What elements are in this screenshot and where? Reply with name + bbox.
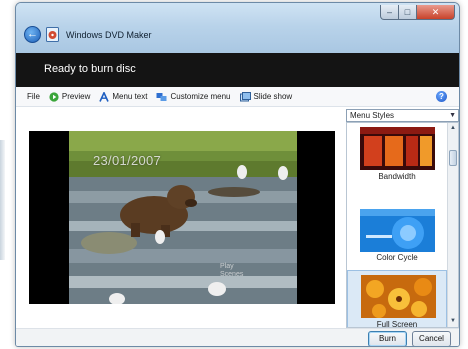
- background-edge: [0, 140, 5, 260]
- style-label-full-screen: Full Screen: [376, 320, 418, 328]
- bandwidth-thumbnail-image: [360, 127, 435, 170]
- date-overlay: 23/01/2007: [93, 153, 162, 168]
- style-item-full-screen[interactable]: Full Screen: [347, 270, 447, 328]
- window-title: Windows DVD Maker: [66, 30, 152, 40]
- dvd-maker-window: ← Windows DVD Maker – □ ✕ Ready to burn …: [15, 2, 460, 347]
- chevron-down-icon: ▼: [449, 112, 456, 119]
- full-screen-thumbnail-image: [361, 275, 436, 318]
- customize-menu-button[interactable]: Customize menu: [156, 92, 231, 102]
- title-bar[interactable]: ← Windows DVD Maker – □ ✕: [16, 3, 459, 53]
- status-banner: Ready to burn disc: [16, 53, 459, 87]
- customize-brush-icon: [156, 92, 167, 101]
- toolbar: File Preview Menu text Customize menu Sl…: [16, 87, 459, 107]
- menu-text-button[interactable]: Menu text: [99, 91, 148, 102]
- style-label-bandwidth: Bandwidth: [378, 172, 416, 181]
- main-content: 23/01/2007 Play Scenes Menu Styles ▼ Ban…: [16, 107, 459, 328]
- scrollbar-thumb[interactable]: [449, 150, 457, 166]
- style-item-bandwidth[interactable]: Bandwidth: [347, 125, 447, 187]
- text-a-icon: [99, 91, 110, 102]
- style-item-color-cycle[interactable]: Color Cycle: [347, 195, 447, 262]
- dvd-maker-app-icon: [46, 27, 59, 42]
- cancel-button[interactable]: Cancel: [412, 331, 451, 346]
- style-thumbnail-color-cycle: [360, 209, 435, 252]
- file-menu-label: File: [27, 92, 40, 101]
- styles-scrollbar[interactable]: ▲ ▼: [447, 123, 458, 327]
- window-controls: – □ ✕: [380, 5, 455, 20]
- file-menu[interactable]: File: [27, 92, 40, 101]
- play-overlay-line2: Scenes: [220, 271, 244, 278]
- slide-show-icon: [239, 91, 251, 101]
- help-icon[interactable]: ?: [436, 91, 447, 102]
- minimize-button[interactable]: –: [380, 5, 399, 20]
- menu-styles-list[interactable]: Bandwidth Color Cycle Full Screen ▲ ▼: [346, 122, 459, 328]
- maximize-button[interactable]: □: [399, 5, 417, 20]
- preview-label: Preview: [61, 92, 91, 101]
- slide-show-label: Slide show: [253, 92, 293, 101]
- preview-photo: 23/01/2007 Play Scenes: [69, 131, 297, 304]
- status-text: Ready to burn disc: [44, 63, 136, 75]
- style-thumbnail-full-screen: [361, 275, 436, 318]
- scroll-down-icon[interactable]: ▼: [448, 316, 458, 327]
- style-label-color-cycle: Color Cycle: [376, 253, 418, 262]
- customize-menu-label: Customize menu: [170, 92, 231, 101]
- scroll-up-icon[interactable]: ▲: [448, 123, 458, 134]
- menu-styles-panel: Menu Styles ▼ Bandwidth Color Cycle Full…: [346, 107, 459, 328]
- menu-text-label: Menu text: [112, 92, 148, 101]
- menu-preview: 23/01/2007 Play Scenes: [29, 131, 335, 304]
- slide-show-button[interactable]: Slide show: [239, 91, 293, 102]
- burn-button[interactable]: Burn: [368, 331, 407, 346]
- preview-button[interactable]: Preview: [49, 91, 91, 102]
- play-overlay-line1: Play: [220, 263, 234, 270]
- play-icon: [49, 91, 59, 102]
- menu-styles-dropdown-label: Menu Styles: [350, 111, 395, 120]
- color-cycle-thumbnail-image: [360, 209, 435, 252]
- close-button[interactable]: ✕: [417, 5, 455, 20]
- style-thumbnail-bandwidth: [360, 127, 435, 170]
- menu-styles-dropdown[interactable]: Menu Styles ▼: [346, 109, 459, 122]
- play-scenes-overlay[interactable]: Play Scenes: [220, 263, 243, 279]
- footer-bar: Burn Cancel: [16, 328, 459, 346]
- back-arrow-icon[interactable]: ←: [24, 26, 41, 43]
